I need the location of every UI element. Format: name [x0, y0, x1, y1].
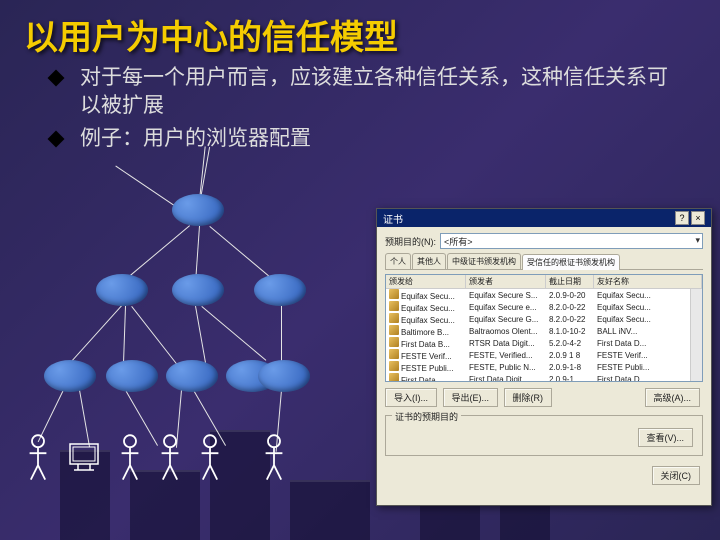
certificate-icon	[389, 337, 399, 347]
monitor-icon	[66, 442, 102, 474]
list-scrollbar[interactable]	[690, 289, 702, 381]
list-row[interactable]: Equifax Secu...Equifax Secure S...2.0.9-…	[386, 289, 702, 301]
tab-personal[interactable]: 个人	[385, 253, 411, 269]
intended-purpose-select[interactable]: <所有>	[440, 233, 703, 249]
certificate-icon	[389, 313, 399, 323]
list-row[interactable]: FESTE Publi...FESTE, Public N...2.0.9-1-…	[386, 361, 702, 373]
certificate-icon	[389, 325, 399, 335]
help-icon[interactable]: ?	[675, 211, 689, 225]
col-friendly-name[interactable]: 友好名称	[594, 275, 702, 288]
tab-intermediate-ca[interactable]: 中级证书颁发机构	[447, 253, 521, 269]
list-row[interactable]: First Data .First Data Digit...2.0.9-1..…	[386, 373, 702, 382]
trust-tree-diagram	[26, 194, 356, 514]
close-button[interactable]: 关闭(C)	[652, 466, 701, 485]
tree-node	[254, 274, 306, 306]
person-icon	[118, 434, 142, 482]
person-icon	[198, 434, 222, 482]
bullet-item: 对于每一个用户而言，应该建立各种信任关系，这种信任关系可以被扩展	[50, 64, 680, 121]
tree-node	[44, 360, 96, 392]
list-row[interactable]: FESTE Verif...FESTE, Verified...2.0.9 1 …	[386, 349, 702, 361]
person-icon	[262, 434, 286, 482]
certificate-icon	[389, 349, 399, 359]
export-button[interactable]: 导出(E)...	[443, 388, 499, 407]
tab-trusted-root-ca[interactable]: 受信任的根证书颁发机构	[522, 254, 620, 270]
import-button[interactable]: 导入(I)...	[385, 388, 437, 407]
person-icon	[26, 434, 50, 482]
dialog-title-text: 证书	[383, 211, 403, 226]
person-icon	[158, 434, 182, 482]
tree-node	[258, 360, 310, 392]
tree-node-root	[172, 194, 224, 226]
advanced-button[interactable]: 高级(A)...	[645, 388, 701, 407]
cert-purpose-legend: 证书的预期目的	[392, 410, 461, 423]
cert-tabs: 个人 其他人 中级证书颁发机构 受信任的根证书颁发机构	[385, 253, 703, 270]
close-icon[interactable]: ×	[691, 211, 705, 225]
certificate-icon	[389, 361, 399, 371]
bullet-list: 对于每一个用户而言，应该建立各种信任关系，这种信任关系可以被扩展 例子：用户的浏…	[50, 64, 680, 157]
tree-node	[166, 360, 218, 392]
bullet-item: 例子：用户的浏览器配置	[50, 125, 680, 153]
remove-button[interactable]: 删除(R)	[504, 388, 553, 407]
list-row[interactable]: Equifax Secu...Equifax Secure G...8.2.0-…	[386, 313, 702, 325]
list-header: 颁发给 颁发者 截止日期 友好名称	[386, 275, 702, 289]
list-row[interactable]: First Data B...RTSR Data Digit...5.2.0-4…	[386, 337, 702, 349]
slide-title: 以用户为中心的信任模型	[24, 10, 398, 59]
col-issued-to[interactable]: 颁发给	[386, 275, 466, 288]
tree-node	[106, 360, 158, 392]
tree-node	[172, 274, 224, 306]
bullet-text: 例子：用户的浏览器配置	[80, 125, 680, 153]
col-issued-by[interactable]: 颁发者	[466, 275, 546, 288]
view-button[interactable]: 查看(V)...	[638, 428, 694, 447]
dialog-titlebar: 证书 ? ×	[377, 209, 711, 227]
intended-purpose-label: 预期目的(N):	[385, 235, 436, 248]
bullet-diamond-icon	[48, 130, 65, 147]
certificate-icon	[389, 289, 399, 299]
bullet-text: 对于每一个用户而言，应该建立各种信任关系，这种信任关系可以被扩展	[80, 64, 680, 121]
col-expiry[interactable]: 截止日期	[546, 275, 594, 288]
certificate-icon	[389, 301, 399, 311]
tree-node	[96, 274, 148, 306]
list-row[interactable]: Baltimore B...Baltraomos Olent...8.1.0-1…	[386, 325, 702, 337]
tab-others[interactable]: 其他人	[412, 253, 446, 269]
list-row[interactable]: Equifax Secu...Equifax Secure e...8.2.0-…	[386, 301, 702, 313]
cert-listbox[interactable]: 颁发给 颁发者 截止日期 友好名称 Equifax Secu...Equifax…	[385, 274, 703, 382]
bullet-diamond-icon	[48, 70, 65, 87]
certificate-icon	[389, 373, 399, 382]
cert-purpose-group: 证书的预期目的 查看(V)...	[385, 415, 703, 456]
certificates-dialog: 证书 ? × 预期目的(N): <所有> 个人 其他人 中级证书颁发机构 受信任…	[376, 208, 712, 506]
